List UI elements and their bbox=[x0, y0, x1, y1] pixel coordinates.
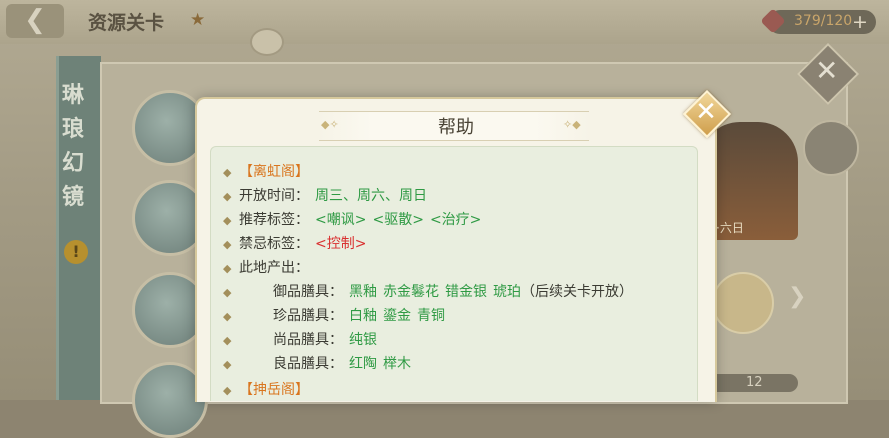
diamond-bullet-icon: ◆ bbox=[223, 334, 232, 347]
produce-row-fine: ◆ 尚品膳具： 纯银 bbox=[223, 332, 377, 348]
produce-row-rare: ◆ 珍品膳具： 白釉 鎏金 青铜 bbox=[223, 308, 445, 324]
emblem-icon[interactable] bbox=[803, 120, 859, 176]
art-label: ·六日 bbox=[716, 221, 744, 235]
back-button[interactable]: ❮ bbox=[6, 4, 64, 38]
diamond-bullet-icon: ◆ bbox=[223, 358, 232, 371]
page-title: 资源关卡 bbox=[88, 12, 165, 34]
section-heading: ◆ 【离虹阁】 bbox=[223, 164, 309, 180]
dialog-header: ◆✧ ✧◆ 帮助 bbox=[197, 99, 715, 143]
diamond-bullet-icon: ◆ bbox=[223, 238, 232, 251]
side-title-char: 琅 bbox=[62, 116, 85, 142]
recommend-tags-line: ◆ 推荐标签： <嘲讽> <驱散> <治疗> bbox=[223, 212, 482, 228]
side-title-char: 镜 bbox=[62, 184, 85, 210]
close-icon: ✕ bbox=[695, 97, 717, 127]
diamond-bullet-icon: ◆ bbox=[223, 262, 232, 275]
side-title-char: 琳 bbox=[62, 82, 85, 108]
dialog-title: 帮助 bbox=[438, 117, 474, 138]
warning-icon[interactable]: ! bbox=[64, 240, 88, 264]
stamina-value: 379/120 bbox=[794, 13, 853, 29]
section-heading: ◆ 【抻岳阁】 bbox=[223, 382, 309, 398]
produce-row-royal: ◆ 御品膳具： 黑釉 赤金鬈花 错金银 琥珀（后续关卡开放） bbox=[223, 284, 633, 300]
open-time-line: ◆ 开放时间： 周三、周六、周日 bbox=[223, 188, 427, 204]
produce-line: ◆ 此地产出： bbox=[223, 260, 309, 276]
diamond-bullet-icon: ◆ bbox=[223, 310, 232, 323]
help-content: ◆ 【离虹阁】 ◆ 开放时间： 周三、周六、周日 ◆ 推荐标签： <嘲讽> <驱散> <治疗>… bbox=[210, 146, 698, 401]
diamond-bullet-icon: ◆ bbox=[223, 166, 232, 179]
star-icon: ★ bbox=[190, 10, 206, 30]
diamond-bullet-icon: ◆ bbox=[223, 286, 232, 299]
dialog-close-button[interactable]: ✕ bbox=[682, 89, 732, 139]
next-arrow-icon[interactable]: ❯ bbox=[788, 284, 806, 309]
diamond-bullet-icon: ◆ bbox=[223, 384, 232, 397]
count-value: 12 bbox=[746, 375, 763, 390]
add-stamina-button[interactable]: + bbox=[852, 12, 868, 32]
diamond-bullet-icon: ◆ bbox=[223, 214, 232, 227]
bird-mascot-icon[interactable] bbox=[250, 28, 284, 56]
close-icon: ✕ bbox=[815, 54, 839, 87]
forbid-tags-line: ◆ 禁忌标签： <控制> bbox=[223, 236, 367, 252]
side-title-char: 幻 bbox=[62, 150, 85, 176]
back-arrow-icon: ❮ bbox=[24, 5, 46, 35]
produce-row-good: ◆ 良品膳具： 红陶 榉木 bbox=[223, 356, 411, 372]
diamond-bullet-icon: ◆ bbox=[223, 190, 232, 203]
side-title: 琳 琅 幻 镜 bbox=[62, 78, 90, 214]
favorite-button[interactable] bbox=[712, 272, 774, 334]
